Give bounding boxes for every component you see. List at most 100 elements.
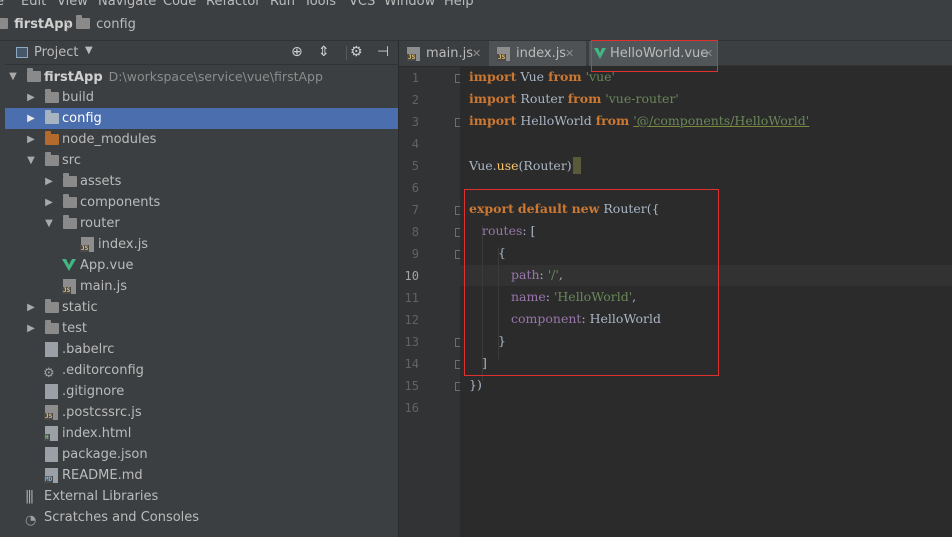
folder-icon bbox=[63, 194, 77, 208]
expand-arrow-icon[interactable]: ▶ bbox=[43, 192, 55, 213]
menu-file[interactable]: e bbox=[0, 0, 4, 9]
code-line-1: import Vue from 'vue' bbox=[469, 69, 615, 84]
tree-item-editorconfig[interactable]: ⚙ .editorconfig bbox=[5, 360, 398, 381]
js-file-icon: JS bbox=[407, 47, 420, 61]
tree-item-scratches[interactable]: ◔ Scratches and Consoles bbox=[5, 507, 398, 528]
menu-refactor[interactable]: Refactor bbox=[206, 0, 261, 9]
line-number: 14 bbox=[404, 357, 419, 371]
gear-icon[interactable]: ⚙ bbox=[350, 44, 363, 60]
markdown-file-icon: MD bbox=[44, 468, 58, 483]
project-path: D:\workspace\service\vue\firstApp bbox=[108, 69, 323, 84]
text-caret bbox=[572, 157, 581, 174]
toolbar-divider bbox=[346, 46, 347, 60]
tree-item-babelrc[interactable]: .babelrc bbox=[5, 339, 398, 360]
config-file-icon bbox=[45, 342, 58, 357]
tree-item-package-json[interactable]: package.json bbox=[5, 444, 398, 465]
line-number: 8 bbox=[411, 225, 419, 239]
breadcrumb-project[interactable]: firstApp bbox=[0, 16, 73, 34]
tree-item-node-modules[interactable]: ▶ node_modules bbox=[5, 129, 398, 150]
breadcrumb-folder[interactable]: config bbox=[76, 15, 136, 34]
code-line-7: export default new Router({ bbox=[469, 201, 660, 216]
expand-arrow-icon[interactable]: ▼ bbox=[25, 150, 37, 171]
editor-gutter: 1 2 3 4 5 6 7 8 9 10 11 12 13 14 15 16 bbox=[399, 67, 464, 537]
tab-main-js[interactable]: JS main.js ✕ bbox=[399, 41, 489, 66]
code-editor[interactable]: import Vue from 'vue' import Router from… bbox=[460, 67, 952, 537]
expand-arrow-icon[interactable]: ▶ bbox=[25, 297, 37, 318]
expand-arrow-icon[interactable]: ▶ bbox=[25, 87, 37, 108]
menu-help[interactable]: Help bbox=[444, 0, 474, 9]
menu-code[interactable]: Code bbox=[163, 0, 196, 9]
expand-arrow-icon[interactable]: ▶ bbox=[43, 171, 55, 192]
close-icon[interactable]: ✕ bbox=[704, 41, 713, 66]
tree-item-config[interactable]: ▶ config bbox=[5, 108, 398, 129]
tree-item-router[interactable]: ▼ router bbox=[5, 213, 398, 234]
project-panel-header: Project ▼ ⊕ ⇕ ⚙ ⊣ bbox=[5, 41, 398, 65]
code-line-8: routes: [ bbox=[482, 223, 536, 238]
tree-item-postcssrc-js[interactable]: JS .postcssrc.js bbox=[5, 402, 398, 423]
close-icon[interactable]: ✕ bbox=[472, 41, 481, 66]
folder-icon bbox=[45, 110, 59, 124]
tab-helloworld-vue[interactable]: HelloWorld.vue ✕ bbox=[589, 41, 717, 66]
project-view-selector[interactable]: Project bbox=[34, 45, 78, 60]
tree-item-firstapp[interactable]: ▼ firstApp D:\workspace\service\vue\first… bbox=[5, 66, 398, 87]
code-line-14: ] bbox=[482, 355, 487, 370]
tree-item-static[interactable]: ▶ static bbox=[5, 297, 398, 318]
tree-item-components[interactable]: ▶ components bbox=[5, 192, 398, 213]
tree-item-gitignore[interactable]: .gitignore bbox=[5, 381, 398, 402]
vue-file-icon bbox=[594, 48, 606, 59]
js-file-icon: JS bbox=[62, 279, 76, 294]
code-line-10: path: '/', bbox=[511, 267, 563, 282]
tree-item-build[interactable]: ▶ build bbox=[5, 87, 398, 108]
expand-arrow-icon[interactable]: ▶ bbox=[25, 108, 37, 129]
collapse-all-icon[interactable]: ⇕ bbox=[318, 44, 330, 60]
tree-item-index-html[interactable]: H index.html bbox=[5, 423, 398, 444]
tree-item-assets[interactable]: ▶ assets bbox=[5, 171, 398, 192]
menu-run[interactable]: Run bbox=[270, 0, 295, 9]
expand-arrow-icon[interactable]: ▼ bbox=[7, 66, 19, 87]
project-view-icon bbox=[16, 47, 28, 58]
hide-panel-icon[interactable]: ⊣ bbox=[377, 44, 389, 60]
folder-icon bbox=[0, 18, 8, 29]
line-number: 6 bbox=[411, 181, 419, 195]
locate-file-icon[interactable]: ⊕ bbox=[291, 44, 303, 60]
code-line-9: { bbox=[498, 245, 506, 260]
code-line-5: Vue.use(Router) bbox=[469, 157, 581, 174]
folder-icon bbox=[76, 15, 90, 29]
text-file-icon bbox=[45, 384, 58, 399]
menu-view[interactable]: View bbox=[57, 0, 88, 9]
folder-icon bbox=[63, 173, 77, 187]
chevron-down-icon[interactable]: ▼ bbox=[85, 45, 93, 56]
code-line-3: import HelloWorld from '@/components/Hel… bbox=[469, 113, 810, 128]
menu-edit[interactable]: Edit bbox=[21, 0, 46, 9]
menu-navigate[interactable]: Navigate bbox=[98, 0, 156, 9]
menu-window[interactable]: Window bbox=[384, 0, 435, 9]
tree-item-test[interactable]: ▶ test bbox=[5, 318, 398, 339]
library-icon: ||| bbox=[25, 489, 34, 504]
code-line-12: component: HelloWorld bbox=[511, 311, 661, 326]
line-number: 11 bbox=[404, 291, 419, 305]
editor-tabs: JS main.js ✕ JS index.js ✕ HelloWorld.vu… bbox=[399, 41, 952, 66]
excluded-folder-icon bbox=[45, 131, 59, 145]
module-folder-icon bbox=[27, 68, 41, 82]
line-number: 12 bbox=[404, 313, 419, 327]
menu-vcs[interactable]: VCS bbox=[349, 0, 375, 9]
tree-item-main-js[interactable]: JS main.js bbox=[5, 276, 398, 297]
line-number: 16 bbox=[404, 401, 419, 415]
tree-item-src[interactable]: ▼ src bbox=[5, 150, 398, 171]
line-number: 13 bbox=[404, 335, 419, 349]
js-file-icon: JS bbox=[497, 47, 510, 61]
tree-item-readme-md[interactable]: MD README.md bbox=[5, 465, 398, 486]
folder-icon bbox=[45, 320, 59, 334]
expand-arrow-icon[interactable]: ▶ bbox=[25, 129, 37, 150]
menu-tools[interactable]: Tools bbox=[304, 0, 336, 9]
menu-bar: e Edit View Navigate Code Refactor Run T… bbox=[0, 0, 952, 9]
tree-item-app-vue[interactable]: App.vue bbox=[5, 255, 398, 276]
tab-index-js[interactable]: JS index.js ✕ bbox=[489, 41, 586, 66]
tree-item-router-index-js[interactable]: JS index.js bbox=[5, 234, 398, 255]
html-file-icon: H bbox=[44, 426, 58, 441]
expand-arrow-icon[interactable]: ▶ bbox=[25, 318, 37, 339]
code-line-15: }) bbox=[469, 377, 482, 392]
close-icon[interactable]: ✕ bbox=[565, 41, 574, 66]
tree-item-external-libraries[interactable]: ||| External Libraries bbox=[5, 486, 398, 507]
expand-arrow-icon[interactable]: ▼ bbox=[43, 213, 55, 234]
